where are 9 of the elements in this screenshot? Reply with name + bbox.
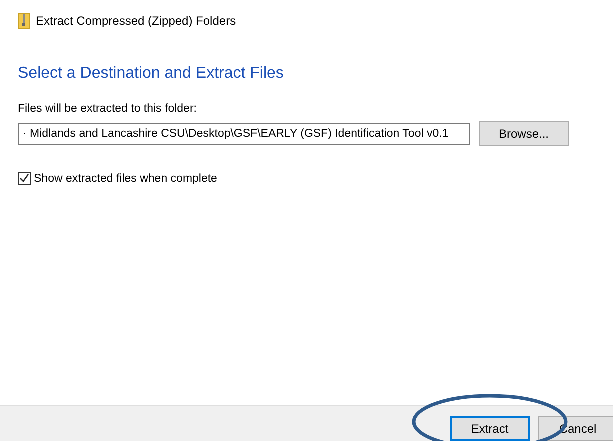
extract-button[interactable]: Extract [450, 416, 530, 441]
browse-button[interactable]: Browse... [479, 121, 569, 146]
window-title: Extract Compressed (Zipped) Folders [36, 14, 236, 28]
zip-folder-icon [18, 13, 30, 29]
field-label: Files will be extracted to this folder: [18, 103, 198, 115]
checkbox-label: Show extracted files when complete [34, 172, 218, 184]
destination-field[interactable]: · Midlands and Lancashire CSU\Desktop\GSF\EARLY (GSF) Identification Tool v0.1 [18, 122, 470, 144]
checkbox[interactable] [18, 172, 31, 185]
dialog-heading: Select a Destination and Extract Files [18, 65, 285, 83]
